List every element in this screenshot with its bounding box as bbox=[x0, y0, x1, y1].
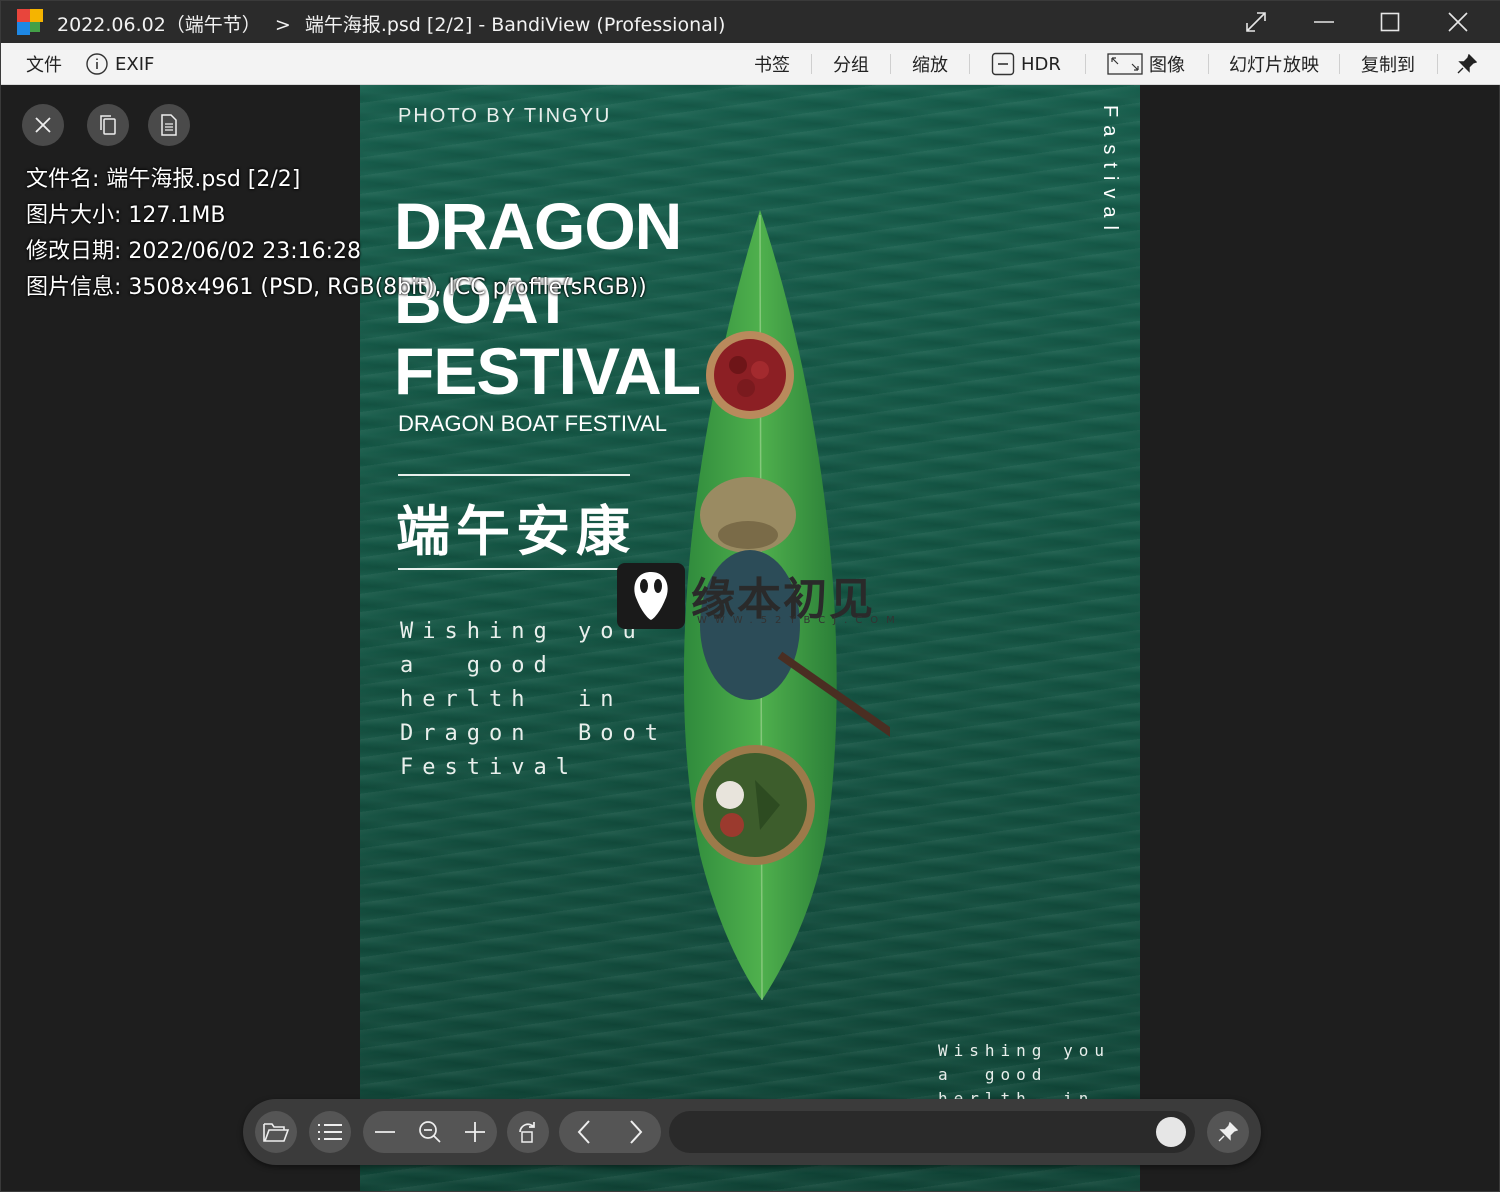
file-info-panel: 文件名: 端午海报.psd [2/2] 图片大小: 127.1MB 修改日期: … bbox=[26, 162, 647, 306]
menu-zoom-label: 缩放 bbox=[912, 55, 948, 76]
poster-divider-top bbox=[398, 474, 630, 476]
close-icon bbox=[1448, 12, 1468, 32]
folder-open-icon bbox=[263, 1123, 290, 1142]
pin-button[interactable] bbox=[1457, 43, 1477, 85]
menu-exif-label: EXIF bbox=[115, 53, 155, 75]
info-modified: 修改日期: 2022/06/02 23:16:28 bbox=[26, 239, 362, 264]
bottom-toolbar bbox=[243, 1099, 1261, 1165]
bandiview-window: 2022.06.02（端午节） > 端午海报.psd [2/2] - Bandi… bbox=[0, 0, 1500, 1192]
poster-wish-text: Wishing you a good herlth in Dragon Boot… bbox=[400, 619, 667, 780]
minus-icon bbox=[375, 1131, 395, 1133]
menu-copy-to-label: 复制到 bbox=[1361, 55, 1415, 76]
menu-divider bbox=[1208, 54, 1209, 74]
menu-file[interactable]: 文件 bbox=[26, 43, 62, 85]
next-image-button[interactable] bbox=[611, 1111, 661, 1153]
poster-title-line3: FESTIVAL bbox=[394, 334, 701, 408]
fullscreen-button[interactable] bbox=[1223, 1, 1289, 43]
zoom-plus-button[interactable] bbox=[453, 1111, 497, 1153]
menu-divider bbox=[811, 54, 812, 74]
previous-image-button[interactable] bbox=[559, 1111, 609, 1153]
minimize-icon bbox=[1314, 21, 1334, 23]
plus-icon bbox=[465, 1122, 485, 1142]
zoom-fit-button[interactable] bbox=[408, 1111, 452, 1153]
title-file: 端午海报.psd [2/2] - BandiView (Professional… bbox=[304, 14, 726, 36]
pin-toolbar-button[interactable] bbox=[1207, 1111, 1249, 1153]
zoom-controls bbox=[363, 1111, 497, 1153]
poster-vertical-text: Fastival bbox=[1099, 105, 1121, 238]
file-list-button[interactable] bbox=[309, 1111, 351, 1153]
menu-hdr[interactable]: HDR bbox=[991, 43, 1061, 85]
pin-icon bbox=[1457, 54, 1477, 74]
maximize-icon bbox=[1380, 12, 1400, 32]
seek-bar-handle[interactable] bbox=[1156, 1117, 1186, 1147]
menu-divider bbox=[1437, 54, 1438, 74]
close-circle-icon bbox=[35, 117, 51, 133]
list-icon bbox=[318, 1124, 342, 1140]
maximize-button[interactable] bbox=[1357, 1, 1423, 43]
menu-zoom[interactable]: 缩放 bbox=[912, 43, 948, 85]
menu-slideshow[interactable]: 幻灯片放映 bbox=[1229, 43, 1319, 85]
zoom-out-icon bbox=[419, 1121, 441, 1143]
poster-photo-credit: PHOTO BY TINGYU bbox=[398, 105, 612, 127]
close-window-button[interactable] bbox=[1425, 1, 1491, 43]
copy-info-button[interactable] bbox=[87, 104, 129, 146]
watermark-logo-icon bbox=[617, 563, 685, 629]
maximize-diagonal-icon bbox=[1246, 12, 1266, 32]
document-icon bbox=[161, 114, 177, 136]
poster-divider-bottom bbox=[398, 568, 630, 570]
rotate-button[interactable] bbox=[507, 1111, 549, 1153]
menu-slideshow-label: 幻灯片放映 bbox=[1229, 55, 1319, 76]
menu-exif[interactable]: EXIF bbox=[85, 43, 154, 85]
menu-group-label: 分组 bbox=[833, 55, 869, 76]
navigation-controls bbox=[559, 1111, 661, 1153]
menu-divider bbox=[1339, 54, 1340, 74]
app-icon bbox=[15, 7, 47, 37]
menu-bookmark[interactable]: 书签 bbox=[754, 43, 790, 85]
title-separator: > bbox=[274, 14, 291, 36]
pin-icon bbox=[1218, 1122, 1238, 1142]
menu-divider bbox=[969, 54, 970, 74]
zoom-minus-button[interactable] bbox=[363, 1111, 407, 1153]
menu-group[interactable]: 分组 bbox=[833, 43, 869, 85]
menu-bookmark-label: 书签 bbox=[754, 55, 790, 76]
watermark: 缘本初见 WWW.52YBCJ.COM bbox=[617, 561, 907, 633]
close-info-button[interactable] bbox=[22, 104, 64, 146]
image-resize-icon bbox=[1107, 53, 1143, 75]
info-details: 图片信息: 3508x4961 (PSD, RGB(8bit), ICC pro… bbox=[26, 275, 647, 300]
menu-divider bbox=[1085, 54, 1086, 74]
page-seek-bar[interactable] bbox=[669, 1111, 1195, 1153]
menu-hdr-label: HDR bbox=[1021, 53, 1061, 75]
poster-subtitle: DRAGON BOAT FESTIVAL bbox=[398, 411, 667, 436]
info-icon bbox=[86, 53, 108, 75]
poster-chinese-title: 端午安康 bbox=[396, 500, 636, 563]
file-details-button[interactable] bbox=[148, 104, 190, 146]
menu-image[interactable]: 图像 bbox=[1107, 43, 1185, 85]
rotate-icon bbox=[519, 1122, 535, 1143]
copy-icon bbox=[100, 115, 116, 135]
info-size: 图片大小: 127.1MB bbox=[26, 203, 226, 228]
watermark-url: WWW.52YBCJ.COM bbox=[697, 615, 903, 626]
chevron-right-icon bbox=[630, 1120, 643, 1144]
info-filename: 文件名: 端午海报.psd [2/2] bbox=[26, 167, 301, 192]
minimize-button[interactable] bbox=[1291, 1, 1357, 43]
menu-copy-to[interactable]: 复制到 bbox=[1361, 43, 1415, 85]
title-bar[interactable]: 2022.06.02（端午节） > 端午海报.psd [2/2] - Bandi… bbox=[1, 1, 1500, 43]
menu-bar: 文件 EXIF 书签 分组 缩放 HDR 图像 幻灯片放映 复制到 bbox=[1, 43, 1500, 85]
image-viewer[interactable]: PHOTO BY TINGYU DRAGON BOAT FESTIVAL DRA… bbox=[3, 85, 1499, 1191]
open-folder-button[interactable] bbox=[255, 1111, 297, 1153]
hdr-icon bbox=[991, 52, 1015, 76]
menu-image-label: 图像 bbox=[1149, 55, 1185, 76]
menu-divider bbox=[890, 54, 891, 74]
menu-file-label: 文件 bbox=[26, 55, 62, 76]
chevron-left-icon bbox=[577, 1120, 590, 1144]
window-title: 2022.06.02（端午节） > 端午海报.psd [2/2] - Bandi… bbox=[57, 10, 725, 37]
title-path: 2022.06.02（端午节） bbox=[57, 14, 261, 36]
